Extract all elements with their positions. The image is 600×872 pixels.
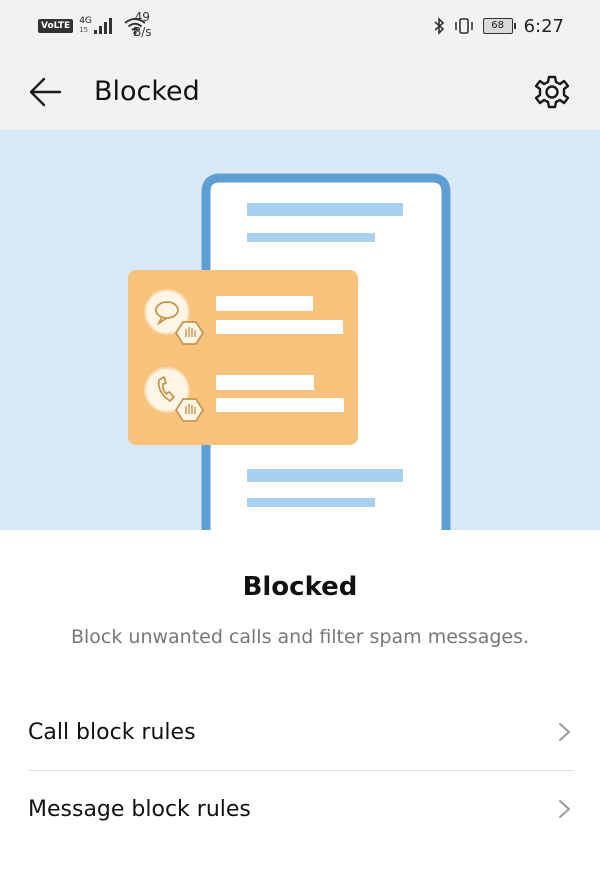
vibrate-icon [454, 18, 473, 34]
status-right: 68 6:27 [433, 14, 564, 38]
back-button[interactable] [28, 74, 64, 110]
call-block-rules-item[interactable]: Call block rules [28, 694, 574, 770]
volte-indicator: VoLTE [38, 19, 74, 33]
status-bar: VoLTE 4G 15 49 B/s 68 6:27 [0, 0, 600, 52]
chevron-right-icon [559, 800, 570, 818]
placeholder-line [247, 203, 403, 216]
call-block-rules-label: Call block rules [28, 719, 196, 745]
bluetooth-icon [434, 17, 444, 35]
signal-icon [93, 18, 114, 34]
section-title: Blocked [242, 572, 358, 602]
battery-indicator: 68 [482, 18, 516, 34]
settings-button[interactable] [532, 72, 572, 112]
placeholder-line [247, 498, 375, 507]
gear-icon [534, 75, 570, 109]
message-block-rules-label: Message block rules [28, 796, 251, 822]
network-indicator: 4G 15 [79, 16, 92, 35]
placeholder-line [247, 469, 403, 482]
chevron-right-icon [559, 723, 570, 741]
blocked-illustration [128, 173, 451, 530]
network-speed: 49 B/s [133, 10, 152, 39]
page-title: Blocked [94, 76, 200, 107]
message-block-rules-item[interactable]: Message block rules [28, 771, 574, 847]
placeholder-line [247, 233, 375, 242]
app-bar: Blocked [0, 52, 600, 130]
arrow-left-icon [29, 77, 62, 107]
hero-illustration [0, 130, 600, 530]
status-left: VoLTE 4G 15 [38, 12, 146, 40]
clock: 6:27 [523, 15, 564, 37]
section-description: Block unwanted calls and filter spam mes… [70, 626, 530, 648]
